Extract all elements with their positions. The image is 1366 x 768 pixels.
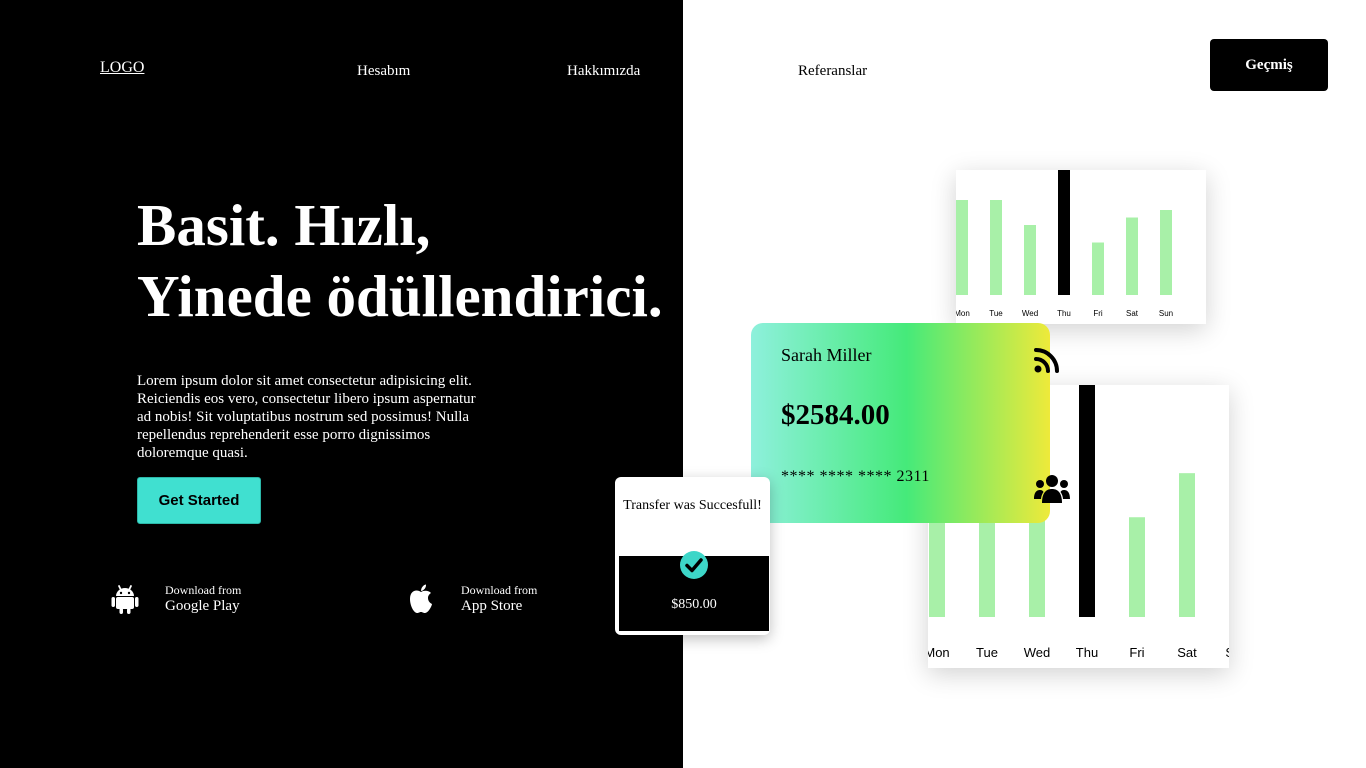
- weekly-chart-small-svg: Mon Tue Wed Thu Fri Sat Sun: [956, 170, 1173, 318]
- users-icon: [1034, 475, 1070, 503]
- bar-sat: [1126, 217, 1138, 295]
- app-store-download[interactable]: Download from App Store: [406, 582, 537, 616]
- tick-label-sat: Sat: [1177, 645, 1197, 660]
- app-store-label: App Store: [461, 598, 523, 614]
- bar-thu: [1058, 170, 1070, 295]
- hero-title-line-2: Yinede ödüllendirici.: [137, 263, 663, 329]
- tick-label-tue: Tue: [976, 645, 998, 660]
- nav-link-hesabim[interactable]: Hesabım: [357, 63, 410, 80]
- hero-title: Basit. Hızlı, Yinede ödüllendirici.: [137, 190, 663, 332]
- rss-icon: [1034, 348, 1059, 373]
- transfer-amount: $850.00: [671, 597, 717, 612]
- transfer-message: Transfer was Succesfull!: [623, 498, 762, 513]
- google-play-download[interactable]: Download from Google Play: [110, 582, 241, 616]
- check-circle-icon: [680, 551, 708, 579]
- google-play-label: Google Play: [165, 598, 240, 614]
- bar-sat: [1179, 473, 1195, 617]
- tick-label-fri: Fri: [1093, 309, 1103, 318]
- get-started-button[interactable]: Get Started: [137, 477, 261, 524]
- bar-fri: [1092, 242, 1104, 295]
- nav-link-hakkimizda[interactable]: Hakkımızda: [567, 63, 640, 80]
- tick-label-fri: Fri: [1129, 645, 1144, 660]
- nav-link-referanslar[interactable]: Referanslar: [798, 63, 867, 80]
- bar-tue: [990, 200, 1002, 295]
- transfer-card: Transfer was Succesfull! $850.00: [615, 477, 770, 635]
- balance-card[interactable]: Sarah Miller $2584.00 **** **** **** 231…: [751, 323, 1070, 523]
- tick-label-thu: Thu: [1076, 645, 1098, 660]
- apple-icon: [406, 582, 436, 616]
- logo-link[interactable]: LOGO: [100, 59, 144, 77]
- bar-mon: [956, 200, 968, 295]
- tick-label-thu: Thu: [1057, 309, 1071, 318]
- history-button[interactable]: Geçmiş: [1210, 39, 1328, 91]
- hero-title-line-1: Basit. Hızlı,: [137, 192, 431, 258]
- balance-amount: $2584.00: [781, 399, 890, 431]
- card-holder-name: Sarah Miller: [781, 345, 872, 365]
- google-play-small-label: Download from: [165, 583, 242, 597]
- tick-label-sun: Sun: [1225, 645, 1229, 660]
- app-store-small-label: Download from: [461, 583, 538, 597]
- card-number: **** **** **** 2311: [781, 468, 930, 485]
- weekly-chart-small: Mon Tue Wed Thu Fri Sat Sun: [956, 170, 1206, 324]
- bar-fri: [1129, 517, 1145, 617]
- android-icon: [110, 582, 140, 616]
- bar-wed: [1024, 225, 1036, 295]
- tick-label-tue: Tue: [989, 309, 1003, 318]
- tick-label-sat: Sat: [1126, 309, 1139, 318]
- bar-thu: [1079, 385, 1095, 617]
- tick-label-mon: Mon: [956, 309, 970, 318]
- tick-label-wed: Wed: [1022, 309, 1038, 318]
- tick-label-sun: Sun: [1159, 309, 1173, 318]
- bar-sun: [1160, 210, 1172, 295]
- tick-label-mon: Mon: [928, 645, 950, 660]
- hero-description: Lorem ipsum dolor sit amet consectetur a…: [137, 373, 476, 461]
- tick-label-wed: Wed: [1024, 645, 1051, 660]
